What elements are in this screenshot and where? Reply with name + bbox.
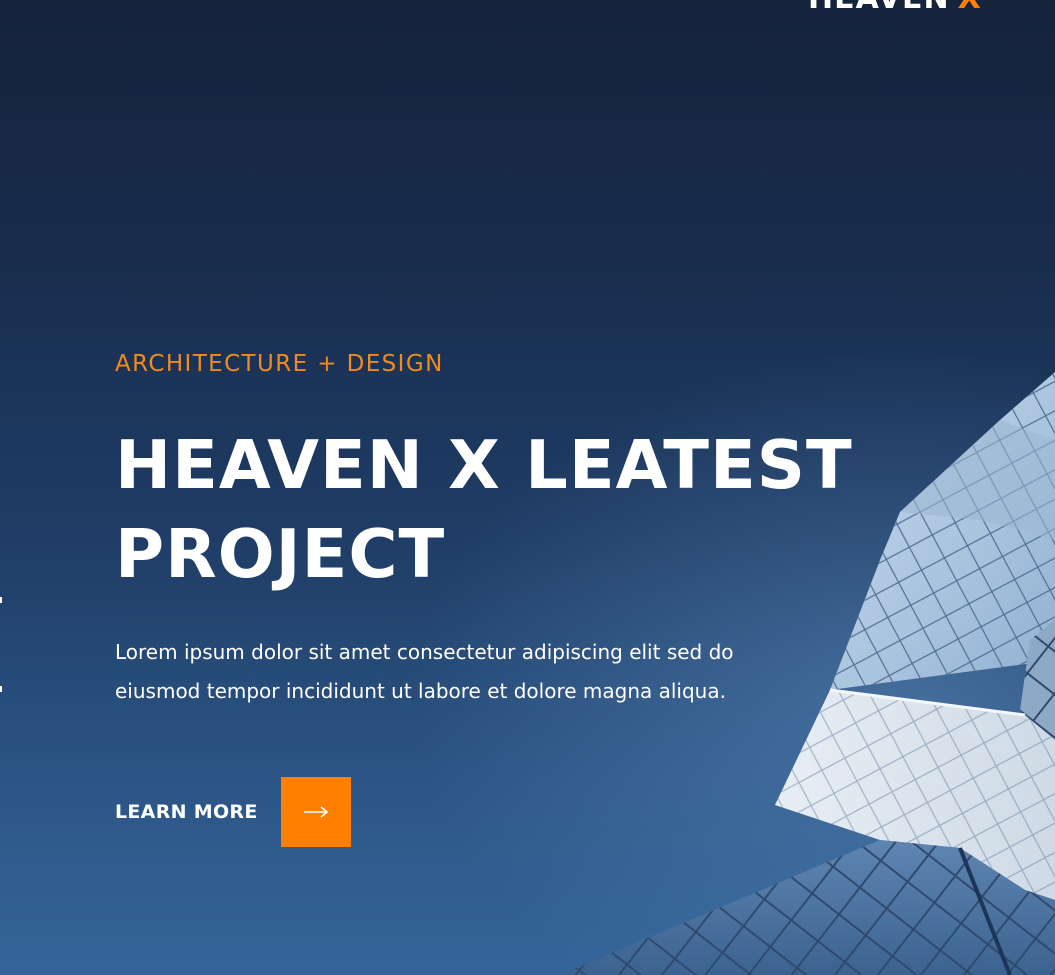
slider-indicator-top bbox=[0, 597, 2, 603]
hero-cta: LEARN MORE bbox=[115, 777, 835, 847]
hero-eyebrow: ARCHITECTURE + DESIGN bbox=[115, 351, 444, 377]
hero-description-line-2: eiusmod tempor incididunt ut labore et d… bbox=[115, 679, 726, 703]
hero-title: HEAVEN X LEATEST PROJECT bbox=[115, 421, 853, 599]
brand-logo[interactable]: HEAVEN X bbox=[808, 0, 982, 14]
hero-section: HEAVEN X ARCHITECTURE + DESIGN HEAVEN X L… bbox=[0, 0, 1055, 975]
hero-description: Lorem ipsum dolor sit amet consectetur a… bbox=[115, 633, 815, 711]
arrow-right-icon bbox=[304, 806, 329, 818]
learn-more-button[interactable] bbox=[281, 777, 351, 847]
hero-content: ARCHITECTURE + DESIGN HEAVEN X LEATEST P… bbox=[115, 345, 853, 847]
learn-more-link[interactable]: LEARN MORE bbox=[115, 801, 281, 823]
slider-indicator-bottom bbox=[0, 686, 2, 692]
brand-name: HEAVEN bbox=[808, 0, 950, 16]
brand-mark: X bbox=[958, 0, 982, 16]
hero-description-line-1: Lorem ipsum dolor sit amet consectetur a… bbox=[115, 640, 734, 664]
hero-title-line-2: PROJECT bbox=[115, 515, 446, 593]
hero-title-line-1: HEAVEN X LEATEST bbox=[115, 426, 853, 504]
